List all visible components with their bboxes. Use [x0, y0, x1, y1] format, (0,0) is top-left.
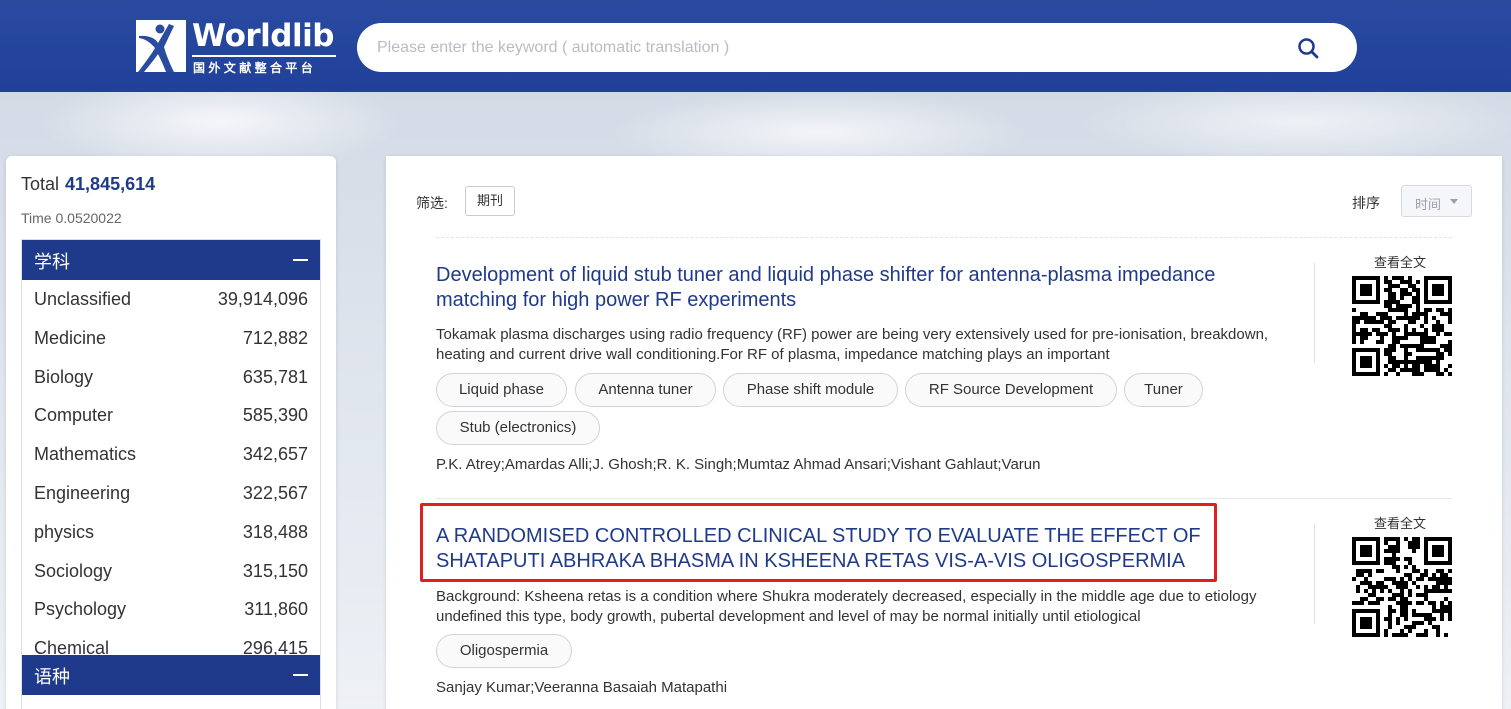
subject-item[interactable]: Medicine 712,882: [22, 319, 320, 358]
keyword-tag[interactable]: Phase shift module: [723, 373, 898, 407]
results-panel: 筛选: 期刊 排序 时间 Development of liquid stub …: [386, 156, 1502, 709]
subject-count: 311,860: [244, 599, 308, 620]
keyword-tag[interactable]: Antenna tuner: [575, 373, 716, 407]
subject-count: 318,488: [242, 521, 308, 542]
collapse-icon[interactable]: [293, 674, 308, 676]
subject-item[interactable]: Chemical 296,415: [22, 629, 320, 655]
logo-mark-icon: [136, 20, 186, 72]
subject-name: physics: [34, 521, 95, 542]
subject-facet-title: 学科: [34, 252, 70, 272]
result-abstract: Background: Ksheena retas is a condition…: [436, 588, 1257, 625]
subject-item[interactable]: Computer 585,390: [22, 396, 320, 435]
subject-item[interactable]: Unclassified 39,914,096: [22, 280, 320, 319]
qr-code-icon[interactable]: [1352, 537, 1452, 637]
subject-item[interactable]: Mathematics 342,657: [22, 435, 320, 474]
result-authors: P.K. Atrey;Amardas Alli;J. Ghosh;R. K. S…: [436, 456, 1041, 473]
subject-name: Chemical: [34, 638, 110, 655]
subject-name: Biology: [34, 366, 94, 387]
filter-label: 筛选:: [416, 195, 448, 211]
result-authors: Sanjay Kumar;Veeranna Basaiah Matapathi: [436, 679, 728, 696]
subject-facet-header[interactable]: 学科: [22, 240, 320, 280]
facet-panel: 学科 Unclassified 39,914,096 Medicine 712,88…: [21, 239, 321, 709]
subject-count: 712,882: [242, 327, 308, 348]
total-count: Total 41,845,614: [21, 174, 155, 195]
filter-chip-journal[interactable]: 期刊: [465, 186, 515, 216]
subject-name: Computer: [34, 405, 114, 426]
qr-code-icon[interactable]: [1352, 276, 1452, 376]
query-time: Time 0.0520022: [21, 210, 122, 226]
logo-subtitle: 国外文献整合平台: [193, 61, 317, 75]
subject-item[interactable]: Sociology 315,150: [22, 552, 320, 591]
search-icon[interactable]: [1296, 36, 1320, 60]
total-value: 41,845,614: [65, 174, 156, 194]
language-facet-title: 语种: [34, 667, 70, 687]
logo-divider: [192, 55, 336, 57]
subject-count: 342,657: [242, 444, 308, 465]
sort-dropdown[interactable]: 时间: [1401, 185, 1472, 217]
language-facet-header[interactable]: 语种: [22, 655, 320, 695]
highlight-box: [420, 503, 1217, 582]
collapse-icon[interactable]: [293, 259, 308, 261]
result-divider: [436, 498, 1452, 499]
vertical-divider: [1314, 524, 1315, 624]
subject-count: 322,567: [242, 482, 308, 503]
divider: [436, 237, 1452, 238]
subject-name: Engineering: [34, 482, 131, 503]
top-header: Worldlib 国外文献整合平台: [0, 0, 1511, 92]
view-fulltext-link[interactable]: 查看全文: [1374, 513, 1426, 532]
keyword-tag[interactable]: Stub (electronics): [436, 411, 600, 445]
subject-name: Unclassified: [34, 289, 132, 309]
caret-down-icon: [1450, 199, 1458, 204]
keyword-tag[interactable]: Oligospermia: [436, 634, 572, 668]
subject-count: 315,150: [242, 560, 308, 581]
filter-sidebar: Total 41,845,614 Time 0.0520022 学科 Unclas…: [6, 156, 336, 709]
keyword-tag[interactable]: RF Source Development: [905, 373, 1117, 407]
subject-list: Unclassified 39,914,096 Medicine 712,882 B…: [22, 280, 320, 655]
subject-name: Psychology: [34, 599, 127, 620]
sort-label: 排序: [1352, 195, 1380, 211]
total-label: Total: [21, 174, 60, 194]
view-fulltext-link[interactable]: 查看全文: [1374, 252, 1426, 271]
result-title[interactable]: Development of liquid stub tuner and liq…: [436, 263, 1236, 313]
search-input[interactable]: [377, 35, 1277, 60]
subject-item[interactable]: Psychology 311,860: [22, 590, 320, 629]
sort-value: 时间: [1415, 197, 1442, 212]
subject-item[interactable]: Biology 635,781: [22, 358, 320, 397]
search-bar: [357, 23, 1357, 72]
subject-count: 296,415: [242, 638, 308, 655]
subject-name: Sociology: [34, 560, 113, 581]
keyword-tag[interactable]: Tuner: [1124, 373, 1203, 407]
subject-count: 39,914,096: [217, 289, 308, 309]
subject-name: Mathematics: [34, 444, 137, 465]
result-abstract: Tokamak plasma discharges using radio fr…: [436, 326, 1269, 363]
worldlib-logo[interactable]: Worldlib 国外文献整合平台: [136, 18, 338, 75]
vertical-divider: [1314, 263, 1315, 363]
logo-name: Worldlib: [192, 18, 334, 54]
keyword-tag[interactable]: Liquid phase: [436, 373, 567, 407]
subject-name: Medicine: [34, 327, 107, 348]
subject-item[interactable]: Engineering 322,567: [22, 474, 320, 513]
subject-count: 585,390: [242, 405, 308, 426]
subject-item[interactable]: physics 318,488: [22, 513, 320, 552]
subject-count: 635,781: [242, 366, 308, 387]
